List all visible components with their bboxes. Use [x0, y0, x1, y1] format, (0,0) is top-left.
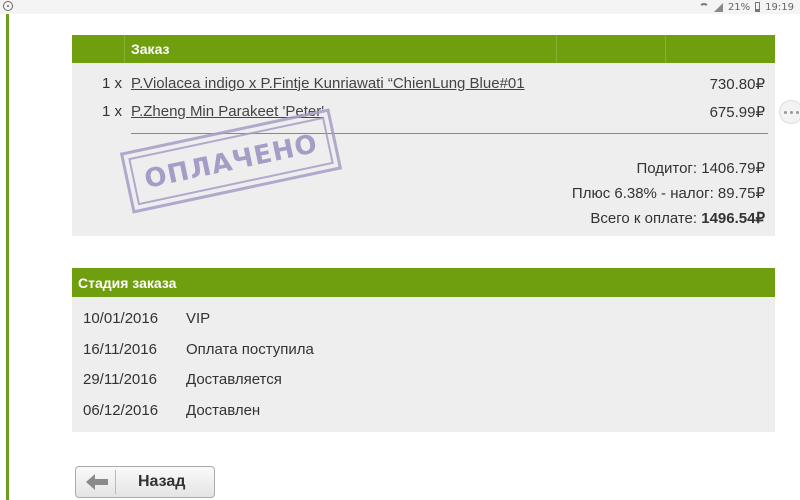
stage-status: VIP — [186, 310, 211, 327]
order-stages-panel: Стадия заказа 10/01/2016 VIP 16/11/2016 … — [72, 268, 775, 432]
item-price: 675.99₽ — [709, 104, 765, 121]
more-options-button[interactable] — [779, 100, 800, 124]
stage-date: 06/12/2016 — [83, 402, 159, 419]
clock: 19:19 — [765, 1, 794, 13]
back-arrow-box — [79, 470, 116, 494]
order-title: Заказ — [131, 41, 170, 57]
stage-status: Доставлен — [186, 402, 261, 419]
total-line: Всего к оплате: 1496.54₽ — [590, 209, 765, 227]
stage-date: 10/01/2016 — [83, 310, 159, 327]
order-item-row: 1 x P.Zheng Min Parakeet 'Peter' 675.99₽ — [72, 100, 775, 124]
item-price: 730.80₽ — [709, 76, 765, 93]
stages-header: Стадия заказа — [72, 268, 775, 297]
more-dot — [796, 111, 799, 114]
item-link[interactable]: P.Violacea indigo x P.Fintje Kunriawati … — [131, 75, 525, 92]
more-dot — [784, 111, 787, 114]
order-header: Заказ — [72, 35, 775, 63]
order-item-row: 1 x P.Violacea indigo x P.Fintje Kunriaw… — [72, 72, 775, 96]
tax-line: Плюс 6.38% - налог: 89.75₽ — [571, 185, 765, 202]
battery-icon — [755, 2, 761, 12]
status-icons: 21% 19:19 — [698, 0, 794, 14]
total-value: 1496.54₽ — [701, 210, 765, 227]
back-button-label: Назад — [138, 473, 186, 490]
header-divider — [124, 35, 125, 63]
total-label: Всего к оплате: — [590, 210, 702, 227]
header-divider — [665, 35, 666, 63]
stages-title: Стадия заказа — [78, 275, 177, 291]
wifi-icon — [698, 3, 709, 11]
battery-percent: 21% — [727, 1, 751, 13]
status-bar: 21% 19:19 — [0, 0, 800, 14]
stage-date: 16/11/2016 — [83, 341, 157, 358]
subtotal: Подитог: 1406.79₽ — [636, 160, 765, 177]
header-divider — [556, 35, 557, 63]
back-arrow-icon — [86, 474, 108, 490]
stage-date: 29/11/2016 — [83, 371, 157, 388]
more-dot — [790, 111, 793, 114]
item-quantity: 1 x — [102, 75, 123, 92]
app-notification-icon — [3, 1, 13, 11]
left-accent-line — [6, 14, 9, 500]
back-button[interactable]: Назад — [75, 466, 215, 498]
stage-status: Оплата поступила — [186, 341, 314, 358]
order-panel: Заказ 1 x P.Violacea indigo x P.Fintje K… — [72, 35, 775, 236]
item-quantity: 1 x — [102, 103, 123, 120]
signal-icon — [713, 2, 723, 12]
stage-status: Доставляется — [186, 371, 282, 388]
